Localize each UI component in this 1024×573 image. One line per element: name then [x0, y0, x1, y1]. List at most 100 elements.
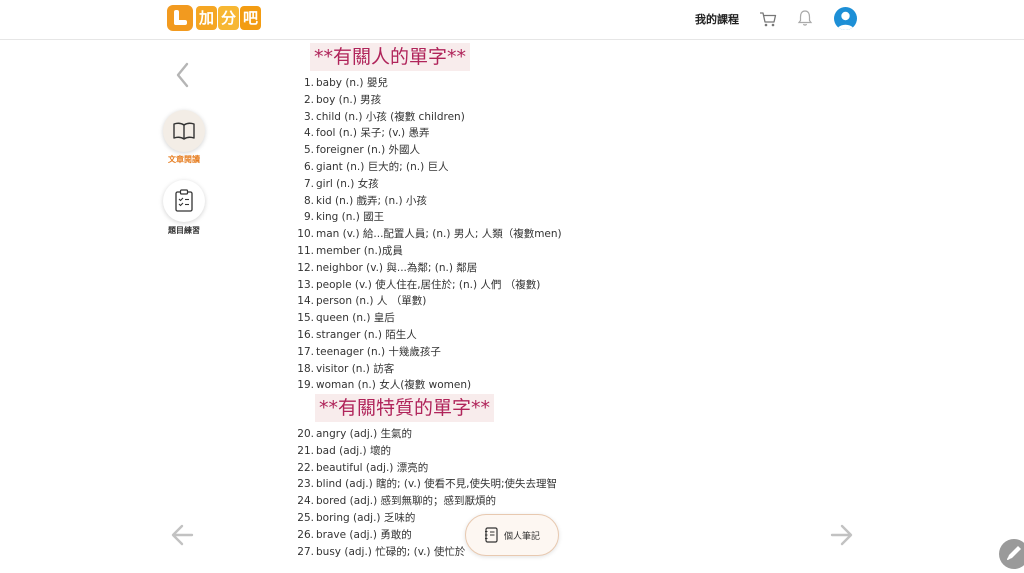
word-item: 16. stranger (n.) 陌生人	[290, 327, 562, 344]
top-nav-bar: 加 分 吧 我的課程	[0, 0, 1024, 40]
word-item: 13. people (v.) 使人住在,居住於; (n.) 人們 （複數)	[290, 277, 562, 294]
word-text: bad (adj.) 壞的	[316, 444, 391, 457]
personal-notes-button[interactable]: 個人筆記	[465, 514, 559, 556]
word-number: 17.	[297, 345, 314, 358]
word-text: neighbor (v.) 與...為鄰; (n.) 鄰居	[316, 261, 478, 274]
word-text: brave (adj.) 勇敢的	[316, 528, 412, 541]
logo-text: 加 分 吧	[195, 6, 261, 30]
word-text: stranger (n.) 陌生人	[316, 328, 417, 341]
word-item: 2. boy (n.) 男孩	[290, 92, 562, 109]
word-item: 20. angry (adj.) 生氣的	[290, 426, 557, 443]
logo-char: 分	[218, 6, 239, 30]
word-item: 24. bored (adj.) 感到無聊的；感到厭煩的	[290, 493, 557, 510]
word-text: member (n.)成員	[316, 244, 403, 257]
word-text: people (v.) 使人住在,居住於; (n.) 人們 （複數)	[316, 278, 541, 291]
word-item: 4. fool (n.) 呆子; (v.) 愚弄	[290, 125, 562, 142]
word-item: 8. kid (n.) 戲弄; (n.) 小孩	[290, 193, 562, 210]
bell-icon[interactable]	[797, 9, 813, 27]
word-item: 11. member (n.)成員	[290, 243, 562, 260]
word-number: 11.	[297, 244, 314, 257]
previous-page-arrow-icon[interactable]	[170, 522, 196, 548]
sidebar-item-label[interactable]: 題目練習	[154, 225, 214, 236]
word-number: 27.	[297, 545, 314, 558]
cart-icon[interactable]	[759, 10, 777, 28]
word-item: 14. person (n.) 人 （單數)	[290, 293, 562, 310]
word-number: 15.	[297, 312, 314, 325]
user-avatar[interactable]	[834, 7, 857, 30]
word-item: 3. child (n.) 小孩 (複數 children)	[290, 109, 562, 126]
word-item: 17. teenager (n.) 十幾歲孩子	[290, 344, 562, 361]
personal-notes-label: 個人筆記	[503, 531, 540, 542]
word-item: 7. girl (n.) 女孩	[290, 176, 562, 193]
user-silhouette-icon	[837, 11, 854, 30]
word-number: 16.	[297, 328, 314, 341]
word-text: visitor (n.) 訪客	[316, 362, 395, 375]
word-number: 26.	[297, 528, 314, 541]
word-text: boy (n.) 男孩	[316, 93, 382, 106]
section-title: **有關人的單字**	[310, 43, 471, 71]
word-item: 9. king (n.) 國王	[290, 209, 562, 226]
logo-char: 加	[196, 6, 217, 30]
word-item: 10. man (v.) 給...配置人員; (n.) 男人; 人類（複數men)	[290, 226, 562, 243]
word-number: 2.	[303, 93, 314, 106]
word-item: 5. foreigner (n.) 外國人	[290, 142, 562, 159]
word-text: woman (n.) 女人(複數 women)	[316, 379, 472, 392]
word-number: 9.	[303, 211, 314, 224]
word-number: 1.	[303, 77, 314, 89]
word-text: person (n.) 人 （單數)	[316, 295, 427, 308]
word-text: man (v.) 給...配置人員; (n.) 男人; 人類（複數men)	[316, 228, 562, 241]
word-number: 6.	[303, 160, 314, 173]
word-text: kid (n.) 戲弄; (n.) 小孩	[316, 194, 427, 207]
word-text: fool (n.) 呆子; (v.) 愚弄	[316, 127, 430, 140]
word-item: 1. baby (n.) 嬰兒	[290, 75, 562, 92]
word-text: child (n.) 小孩 (複數 children)	[316, 110, 465, 123]
word-number: 22.	[297, 461, 314, 474]
word-item: 15. queen (n.) 皇后	[290, 310, 562, 327]
word-text: teenager (n.) 十幾歲孩子	[316, 345, 441, 358]
word-number: 7.	[303, 177, 314, 190]
word-item: 18. visitor (n.) 訪客	[290, 361, 562, 378]
word-list-people: 1. baby (n.) 嬰兒 2. boy (n.) 男孩 3. child (n.…	[290, 75, 562, 394]
word-number: 18.	[297, 362, 314, 375]
word-text: beautiful (adj.) 漂亮的	[316, 461, 429, 474]
word-item: 12. neighbor (v.) 與...為鄰; (n.) 鄰居	[290, 260, 562, 277]
word-text: boring (adj.) 乏味的	[316, 511, 416, 524]
word-item: 19. woman (n.) 女人(複數 women)	[290, 377, 562, 394]
word-number: 10.	[297, 228, 314, 241]
my-courses-link[interactable]: 我的課程	[695, 11, 739, 27]
back-chevron-icon[interactable]	[172, 60, 194, 90]
word-number: 23.	[297, 478, 314, 491]
word-number: 19.	[297, 379, 314, 392]
word-number: 5.	[303, 144, 314, 157]
word-text: queen (n.) 皇后	[316, 312, 395, 325]
word-text: giant (n.) 巨大的; (n.) 巨人	[316, 160, 449, 173]
word-text: baby (n.) 嬰兒	[316, 77, 388, 89]
word-item: 23. blind (adj.) 瞎的; (v.) 使看不見,使失明;使失去理智	[290, 476, 557, 493]
question-practice-button[interactable]	[163, 180, 205, 222]
notebook-icon	[484, 527, 498, 543]
word-text: girl (n.) 女孩	[316, 177, 379, 190]
clipboard-icon	[175, 189, 193, 212]
word-number: 24.	[297, 495, 314, 508]
section-title: **有關特質的單字**	[315, 394, 495, 422]
word-number: 12.	[297, 261, 314, 274]
word-number: 14.	[297, 295, 314, 308]
next-page-arrow-icon[interactable]	[828, 522, 854, 548]
sidebar-item-label[interactable]: 文章閱讀	[154, 154, 214, 165]
word-number: 4.	[303, 127, 314, 140]
word-number: 25.	[297, 511, 314, 524]
word-text: angry (adj.) 生氣的	[316, 428, 413, 440]
word-item: 6. giant (n.) 巨大的; (n.) 巨人	[290, 159, 562, 176]
word-text: busy (adj.) 忙碌的; (v.) 使忙於	[316, 545, 466, 558]
word-item: 21. bad (adj.) 壞的	[290, 443, 557, 460]
word-number: 13.	[297, 278, 314, 291]
word-number: 21.	[297, 444, 314, 457]
logo-char: 吧	[240, 6, 261, 30]
word-text: blind (adj.) 瞎的; (v.) 使看不見,使失明;使失去理智	[316, 478, 558, 491]
site-logo[interactable]: 加 分 吧	[167, 5, 261, 31]
word-text: king (n.) 國王	[316, 211, 385, 224]
word-number: 8.	[303, 194, 314, 207]
article-reading-button[interactable]	[163, 110, 205, 152]
word-number: 3.	[303, 110, 314, 123]
logo-mark-icon	[167, 5, 193, 31]
